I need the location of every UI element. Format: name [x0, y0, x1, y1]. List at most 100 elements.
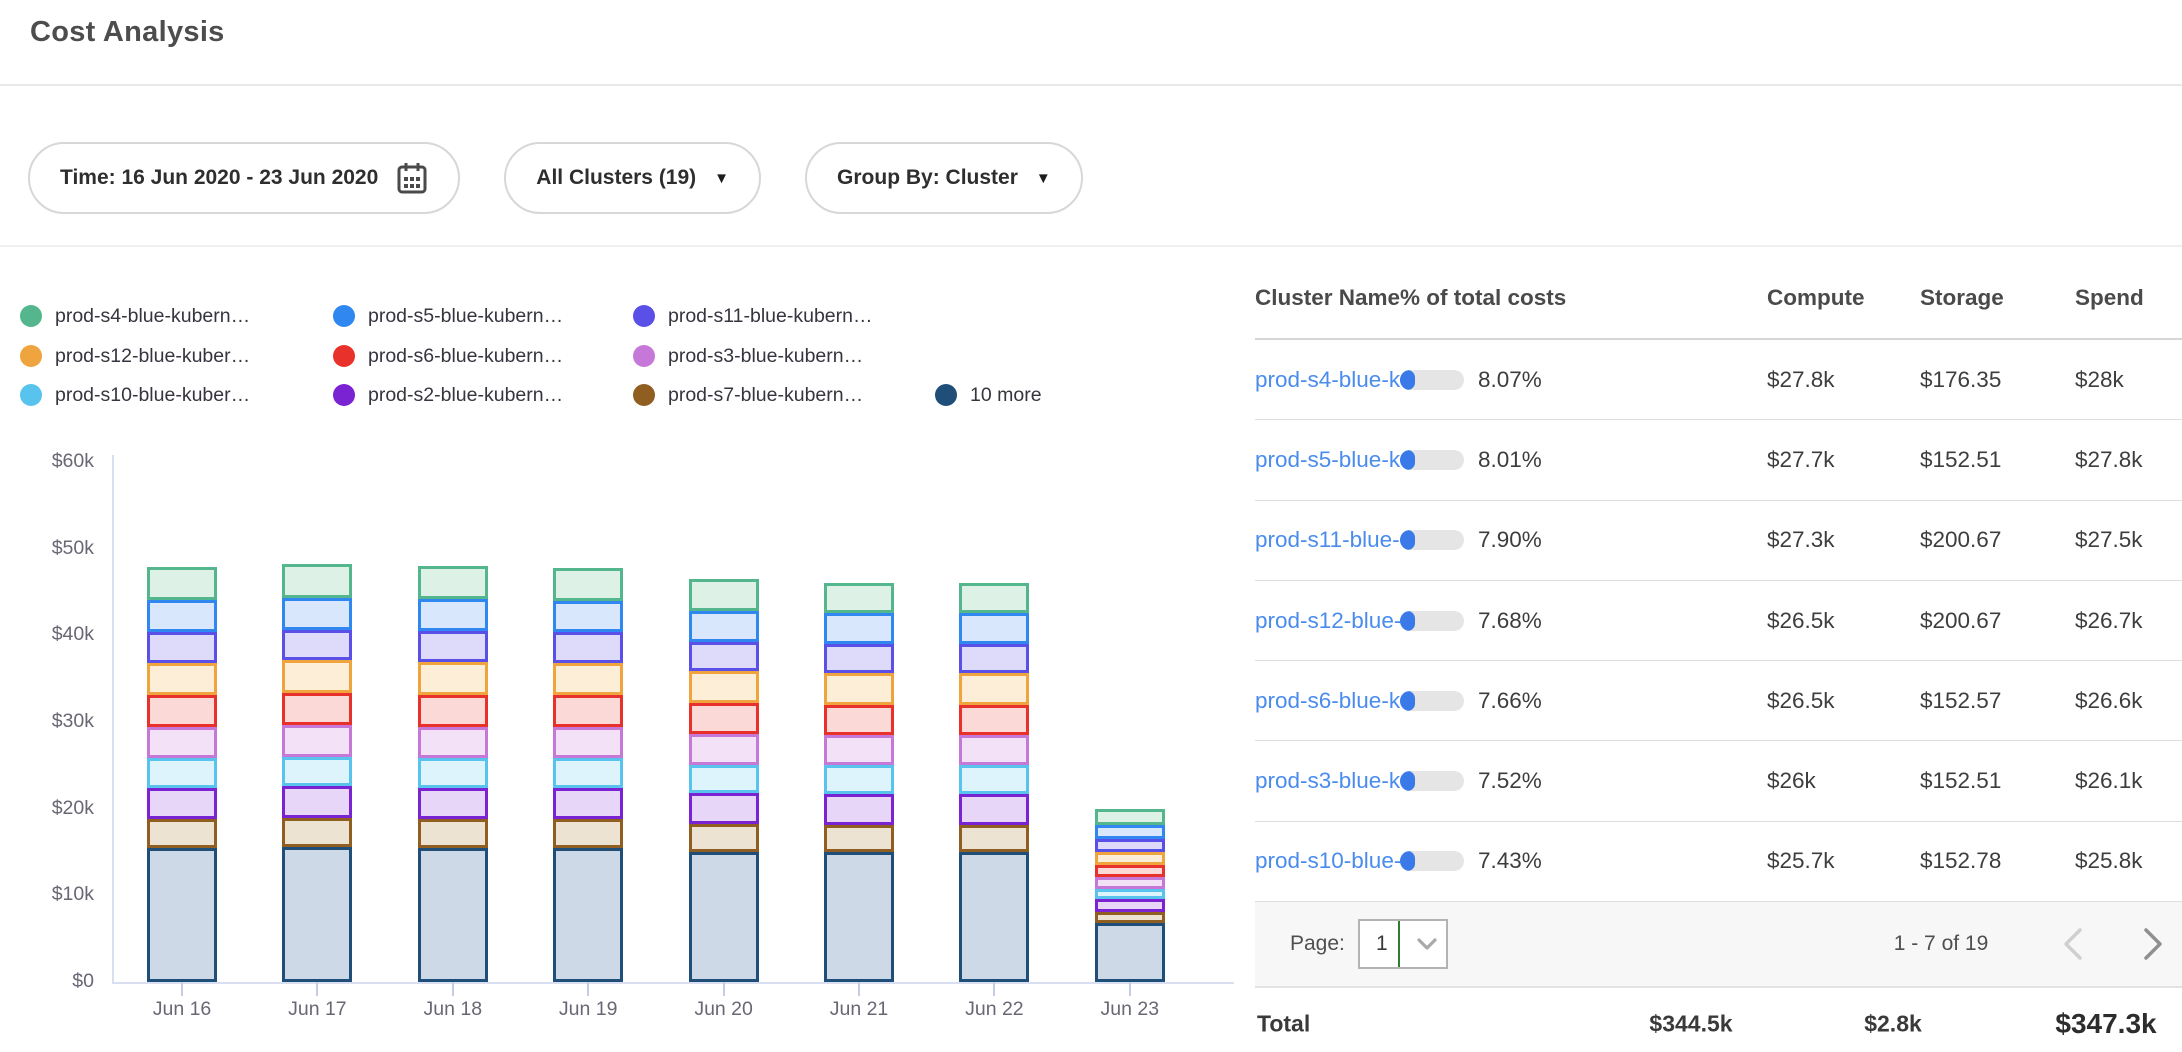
spend-value: $28k	[2075, 367, 2124, 393]
spend-value: $26.6k	[2075, 688, 2143, 714]
cluster-name-link[interactable]: prod-s11-blue-kuber…	[1255, 527, 1401, 553]
legend-item[interactable]: prod-s10-blue-kuber…	[20, 381, 250, 409]
bar-segment	[689, 734, 759, 764]
bar-segment	[553, 788, 623, 819]
total-compute-value: $344.5k	[1649, 1010, 1732, 1037]
group-by-dropdown[interactable]: Group By: Cluster ▼	[805, 142, 1083, 214]
legend-label: prod-s2-blue-kubern…	[368, 384, 563, 407]
bar-segment	[824, 735, 894, 765]
stacked-bar	[418, 566, 488, 982]
pct-of-total-value: 7.66%	[1478, 688, 1542, 714]
cluster-name-link[interactable]: prod-s6-blue-kubern…	[1255, 688, 1401, 714]
bar-segment	[824, 644, 894, 674]
spend-value: $26.1k	[2075, 768, 2143, 794]
x-axis-tick	[316, 982, 318, 996]
compute-value: $25.7k	[1767, 848, 1835, 874]
bar-segment	[553, 568, 623, 601]
legend-color-dot	[333, 345, 355, 367]
legend-item[interactable]: 10 more	[935, 381, 1042, 409]
compute-value: $27.7k	[1767, 447, 1835, 473]
calendar-icon	[396, 161, 428, 195]
next-page-button[interactable]	[2131, 919, 2175, 969]
pct-progress-fill	[1400, 611, 1415, 631]
bar-segment	[959, 852, 1029, 982]
bar-segment	[418, 599, 488, 631]
x-axis-tick-label: Jun 22	[934, 998, 1054, 1021]
total-storage-value: $2.8k	[1864, 1010, 1922, 1037]
prev-page-button[interactable]	[2051, 919, 2095, 969]
legend-label: prod-s12-blue-kuber…	[55, 345, 250, 368]
bar-segment	[418, 727, 488, 758]
legend-item[interactable]: prod-s6-blue-kubern…	[333, 342, 563, 370]
pagination-range: 1 - 7 of 19	[1894, 932, 1989, 956]
total-label: Total	[1257, 1010, 1310, 1037]
bar-segment	[959, 735, 1029, 765]
table-row: prod-s4-blue-kubern…8.07%$27.8k$176.35$2…	[1255, 340, 2182, 420]
legend-color-dot	[633, 384, 655, 406]
header-divider	[0, 84, 2182, 86]
bar-segment	[282, 818, 352, 847]
storage-value: $152.78	[1920, 848, 2001, 874]
pct-of-total-value: 7.68%	[1478, 608, 1542, 634]
legend-item[interactable]: prod-s3-blue-kubern…	[633, 342, 863, 370]
legend-item[interactable]: prod-s11-blue-kubern…	[633, 302, 873, 330]
cluster-name-link[interactable]: prod-s3-blue-kubern…	[1255, 768, 1401, 794]
bar-segment	[959, 705, 1029, 735]
x-axis-tick	[1129, 982, 1131, 996]
bar-segment	[1095, 912, 1165, 923]
x-axis-tick	[723, 982, 725, 996]
bar-segment	[147, 819, 217, 848]
pct-of-total-value: 8.01%	[1478, 447, 1542, 473]
legend-item[interactable]: prod-s5-blue-kubern…	[333, 302, 563, 330]
compute-value: $26k	[1767, 768, 1816, 794]
bar-segment	[553, 758, 623, 788]
legend-label: prod-s6-blue-kubern…	[368, 345, 563, 368]
bar-segment	[282, 786, 352, 818]
bar-segment	[689, 793, 759, 823]
cluster-name-link[interactable]: prod-s5-blue-kubern…	[1255, 447, 1401, 473]
col-header-cluster-name: Cluster Name	[1255, 285, 1400, 311]
legend-item[interactable]: prod-s7-blue-kubern…	[633, 381, 863, 409]
bar-segment	[689, 765, 759, 794]
bar-segment	[959, 825, 1029, 853]
stacked-bar	[1095, 809, 1165, 982]
legend-label: prod-s5-blue-kubern…	[368, 305, 563, 328]
bar-segment	[689, 852, 759, 983]
pct-progress-fill	[1400, 771, 1415, 791]
bar-segment	[959, 644, 1029, 674]
bar-segment	[553, 848, 623, 982]
cost-table: Cluster Name % of total costs Compute St…	[1255, 258, 2182, 1052]
legend-item[interactable]: prod-s12-blue-kuber…	[20, 342, 250, 370]
filter-bar: Time: 16 Jun 2020 - 23 Jun 2020 All Clus…	[28, 142, 1083, 214]
x-axis-tick	[181, 982, 183, 996]
table-row: prod-s10-blue-kuber…7.43%$25.7k$152.78$2…	[1255, 822, 2182, 902]
bar-segment	[824, 583, 894, 613]
text-cursor	[1398, 921, 1400, 967]
cluster-name-link[interactable]: prod-s10-blue-kuber…	[1255, 848, 1401, 874]
storage-value: $200.67	[1920, 608, 2001, 634]
bar-segment	[959, 794, 1029, 824]
bar-segment	[689, 642, 759, 672]
clusters-filter-dropdown[interactable]: All Clusters (19) ▼	[504, 142, 761, 214]
bar-segment	[418, 758, 488, 788]
legend-item[interactable]: prod-s4-blue-kubern…	[20, 302, 250, 330]
cluster-name-link[interactable]: prod-s4-blue-kubern…	[1255, 367, 1401, 393]
page-number-select[interactable]: 1	[1358, 919, 1448, 969]
bar-segment	[689, 824, 759, 852]
bar-segment	[553, 819, 623, 848]
storage-value: $152.57	[1920, 688, 2001, 714]
pct-progress-fill	[1400, 370, 1415, 390]
bar-segment	[418, 662, 488, 695]
x-axis-tick-label: Jun 18	[393, 998, 513, 1021]
legend-item[interactable]: prod-s2-blue-kubern…	[333, 381, 563, 409]
spend-value: $27.8k	[2075, 447, 2143, 473]
bar-segment	[689, 671, 759, 702]
time-range-filter-button[interactable]: Time: 16 Jun 2020 - 23 Jun 2020	[28, 142, 460, 214]
chevron-down-icon: ▼	[1036, 171, 1051, 186]
x-axis-tick-label: Jun 20	[664, 998, 784, 1021]
pct-progress-bar	[1400, 771, 1464, 791]
x-axis-tick-label: Jun 21	[799, 998, 919, 1021]
chevron-down-icon: ▼	[714, 171, 729, 186]
cluster-name-link[interactable]: prod-s12-blue-kuber…	[1255, 608, 1401, 634]
storage-value: $152.51	[1920, 768, 2001, 794]
